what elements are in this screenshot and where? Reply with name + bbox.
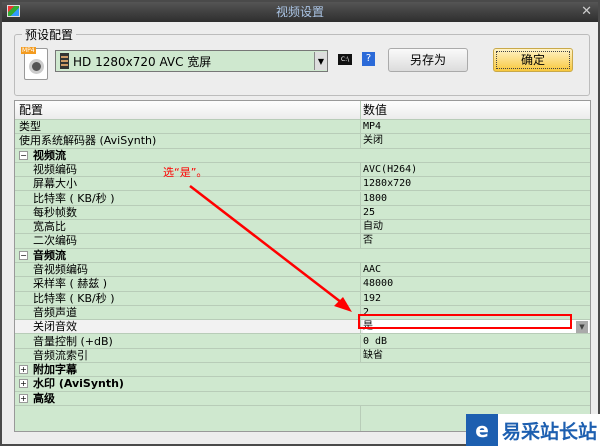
watermark: e 易采站长站 [466,414,600,446]
watermark-logo: e [466,414,498,446]
watermark-text: 易采站长站 [502,420,598,443]
annotation-arrow [189,185,352,312]
